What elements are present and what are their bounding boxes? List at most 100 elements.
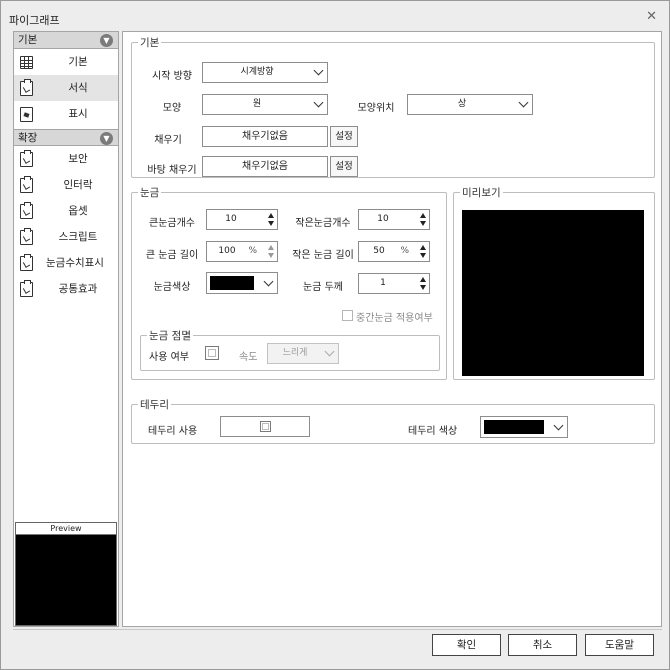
grid-icon <box>20 56 33 69</box>
sidebar-item-scale-value-display[interactable]: 눈금수치표시 <box>14 250 118 276</box>
spin-down-icon[interactable] <box>268 253 274 258</box>
sidebar-group-extension[interactable]: 확장 ▼ <box>14 129 118 146</box>
border-color-label: 테두리 색상 <box>408 426 458 437</box>
chevron-down-icon <box>518 97 529 108</box>
shape-value: 원 <box>252 99 262 109</box>
blink-speed-select[interactable]: 느리게 <box>267 343 339 364</box>
spin-up-icon[interactable] <box>420 245 426 250</box>
shape-select[interactable]: 원 <box>202 94 328 115</box>
scale-thickness-stepper[interactable]: 1 <box>358 273 430 294</box>
start-direction-select[interactable]: 시계방향 <box>202 62 328 83</box>
scale-thickness-value: 1 <box>380 278 386 288</box>
sidebar-group-label: 기본 <box>18 34 38 46</box>
minor-length-value: 50 <box>373 246 385 256</box>
sidebar-item-basic[interactable]: 기본 <box>14 49 118 75</box>
spin-up-icon[interactable] <box>268 213 274 218</box>
minor-length-unit: % <box>400 246 409 256</box>
major-count-stepper[interactable]: 10 <box>206 209 278 230</box>
background-fill-settings-button[interactable]: 설정 <box>330 156 358 177</box>
scale-color-label: 눈금색상 <box>153 282 191 293</box>
clipboard-icon <box>20 280 33 297</box>
border-color-picker[interactable] <box>480 416 568 438</box>
spin-down-icon[interactable] <box>420 221 426 226</box>
middle-scale-label: 중간눈금 적용여부 <box>356 313 433 324</box>
ok-button[interactable]: 확인 <box>432 634 501 656</box>
chevron-down-icon <box>263 276 274 287</box>
sidebar-group-basic[interactable]: 기본 ▼ <box>14 32 118 49</box>
major-length-stepper[interactable]: 100 % <box>206 241 278 262</box>
sidebar-item-format[interactable]: 서식 <box>14 75 118 101</box>
scale-color-swatch <box>210 276 254 290</box>
sidebar-item-label: 스크립트 <box>58 231 98 243</box>
scale-section-legend: 눈금 <box>140 187 160 199</box>
border-use-checkbox[interactable] <box>260 421 271 432</box>
preview-section-legend: 미리보기 <box>462 187 501 199</box>
sidebar-item-interlock[interactable]: 인터락 <box>14 172 118 198</box>
document-icon <box>20 107 33 122</box>
clipboard-icon <box>20 202 33 219</box>
scale-section: 눈금 큰눈금개수 10 작은눈금개수 10 큰 눈금 길이 100 % 작은 눈… <box>131 185 447 380</box>
collapse-icon[interactable]: ▼ <box>100 34 113 47</box>
blink-use-checkbox[interactable] <box>205 346 219 360</box>
sidebar-item-offset[interactable]: 옵셋 <box>14 198 118 224</box>
close-icon[interactable]: ✕ <box>646 10 657 24</box>
clipboard-icon <box>20 176 33 193</box>
minor-length-stepper[interactable]: 50 % <box>358 241 430 262</box>
sidebar-item-common-effects[interactable]: 공통효과 <box>14 276 118 302</box>
shape-label: 모양 <box>162 103 182 114</box>
checkbox-inner <box>208 349 216 357</box>
cancel-button[interactable]: 취소 <box>508 634 577 656</box>
shape-position-select[interactable]: 상 <box>407 94 533 115</box>
sidebar: 기본 ▼ 기본 서식 표시 확장 ▼ 보안 인터락 옵셋 스크립트 눈금수치표시… <box>13 31 119 627</box>
sidebar-item-display[interactable]: 표시 <box>14 101 118 127</box>
scale-blink-legend: 눈금 점멸 <box>149 330 191 342</box>
sidebar-item-label: 기본 <box>68 56 88 68</box>
collapse-icon[interactable]: ▼ <box>100 132 113 145</box>
major-length-value: 100 <box>218 246 236 256</box>
checkbox-inner <box>262 423 269 430</box>
sidebar-item-label: 옵셋 <box>68 205 88 217</box>
blink-use-label: 사용 여부 <box>149 352 189 363</box>
spin-up-icon[interactable] <box>268 245 274 250</box>
preview-section: 미리보기 <box>453 185 655 380</box>
spin-up-icon[interactable] <box>420 277 426 282</box>
main-panel: 기본 시작 방향 시계방향 모양 원 모양위치 상 채우기 채우기없음 설정 바… <box>122 31 662 627</box>
basic-section: 기본 시작 방향 시계방향 모양 원 모양위치 상 채우기 채우기없음 설정 바… <box>131 35 655 178</box>
clipboard-icon <box>20 228 33 245</box>
spin-down-icon[interactable] <box>420 253 426 258</box>
major-length-unit: % <box>248 246 257 256</box>
blink-speed-value: 느리게 <box>282 348 308 358</box>
fill-settings-button[interactable]: 설정 <box>330 126 358 147</box>
minor-count-label: 작은눈금개수 <box>295 218 351 229</box>
major-count-label: 큰눈금개수 <box>149 218 195 229</box>
spin-up-icon[interactable] <box>420 213 426 218</box>
sidebar-item-label: 서식 <box>68 82 88 94</box>
spin-down-icon[interactable] <box>420 285 426 290</box>
window-title: 파이그래프 <box>9 14 60 27</box>
shape-position-value: 상 <box>457 99 467 109</box>
chevron-down-icon <box>553 420 564 431</box>
border-use-field[interactable] <box>220 416 310 437</box>
start-direction-label: 시작 방향 <box>152 71 192 82</box>
blink-speed-label: 속도 <box>239 352 258 363</box>
sidebar-item-security[interactable]: 보안 <box>14 146 118 172</box>
sidebar-item-script[interactable]: 스크립트 <box>14 224 118 250</box>
major-length-label: 큰 눈금 길이 <box>145 250 199 261</box>
sidebar-item-label: 보안 <box>68 153 88 165</box>
scale-color-picker[interactable] <box>206 272 278 294</box>
sidebar-group-label: 확장 <box>18 132 38 144</box>
help-button[interactable]: 도움말 <box>585 634 654 656</box>
fill-field[interactable]: 채우기없음 <box>202 126 328 147</box>
footer-divider <box>13 629 662 630</box>
middle-scale-checkbox[interactable] <box>342 310 353 321</box>
minor-length-label: 작은 눈금 길이 <box>292 250 354 261</box>
sidebar-item-label: 표시 <box>68 108 88 120</box>
minor-count-stepper[interactable]: 10 <box>358 209 430 230</box>
minor-count-value: 10 <box>377 214 389 224</box>
background-fill-field[interactable]: 채우기없음 <box>202 156 328 177</box>
start-direction-value: 시계방향 <box>240 67 274 77</box>
spin-down-icon[interactable] <box>268 221 274 226</box>
background-fill-label: 바탕 채우기 <box>147 165 197 176</box>
fill-label: 채우기 <box>154 135 182 146</box>
scale-thickness-label: 눈금 두께 <box>303 282 343 293</box>
